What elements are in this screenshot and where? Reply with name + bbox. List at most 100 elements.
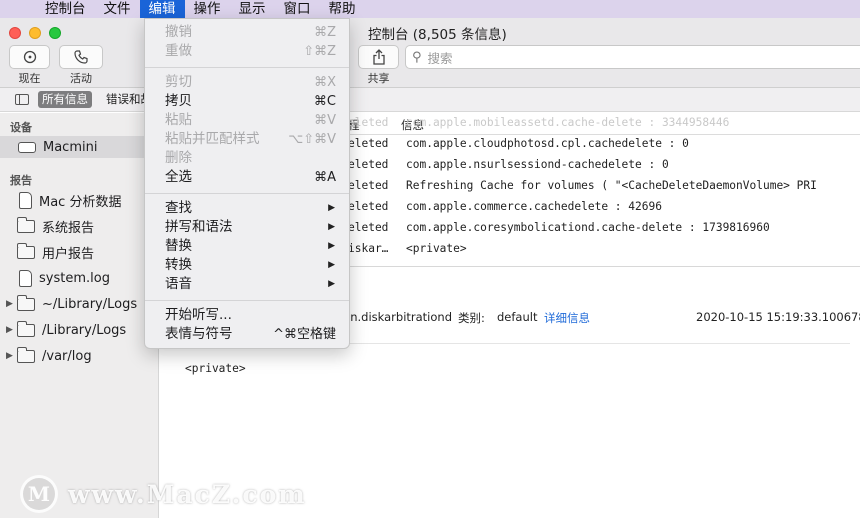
sidebar-item-label: Macmini — [43, 139, 98, 155]
menu-item-cut[interactable]: 剪切 ⌘X — [145, 73, 349, 92]
all-messages-filter[interactable]: 所有信息 — [38, 91, 92, 108]
phone-icon — [74, 50, 88, 64]
shortcut: ⌘X — [314, 75, 336, 90]
detail-divider — [320, 343, 850, 344]
now-button[interactable] — [9, 45, 50, 69]
now-label: 现在 — [18, 72, 41, 85]
activity-label: 活动 — [70, 72, 92, 85]
document-icon — [19, 191, 32, 209]
folder-icon — [16, 320, 35, 337]
sidebar-item-label: ~/Library/Logs — [42, 296, 138, 312]
detail-category-value: default — [497, 310, 538, 324]
folder-icon — [16, 346, 35, 363]
sidebar-item-user-reports[interactable]: 用户报告 — [0, 241, 159, 263]
sidebar-item-system-reports[interactable]: 系统报告 — [0, 215, 159, 237]
crosshair-icon — [23, 50, 36, 64]
search-icon: ⚲ — [412, 49, 422, 65]
submenu-arrow-icon: ▶ — [328, 203, 335, 213]
detail-process: ion.diskarbitrationd — [340, 310, 453, 324]
menu-item-transformations[interactable]: 转换 ▶ — [145, 256, 349, 275]
close-window-button[interactable] — [9, 27, 21, 39]
reports-header: 报告 — [10, 174, 32, 187]
menu-item-delete[interactable]: 删除 — [145, 149, 349, 168]
sidebar-item-label: /Library/Logs — [42, 322, 127, 338]
shortcut: ⇧⌘Z — [303, 44, 336, 59]
menu-item-copy[interactable]: 拷贝 ⌘C — [145, 92, 349, 111]
sidebar-item-library-logs[interactable]: ▶ /Library/Logs — [0, 319, 159, 341]
sidebar-item-label: 用户报告 — [42, 246, 95, 262]
search-placeholder: 搜索 — [427, 50, 453, 66]
menu-item-undo[interactable]: 撤销 ⌘Z — [145, 23, 349, 42]
disclosure-triangle-icon[interactable]: ▶ — [6, 299, 16, 309]
edit-menu: 撤销 ⌘Z 重做 ⇧⌘Z 剪切 ⌘X 拷贝 ⌘C 粘贴 ⌘V 粘贴并匹配样式 ⌥… — [144, 18, 350, 349]
window-title: 控制台 (8,505 条信息) — [368, 27, 507, 43]
sidebar-item-label: system.log — [39, 270, 110, 286]
folder-icon — [16, 216, 35, 233]
menu-item-find[interactable]: 查找 ▶ — [145, 199, 349, 218]
submenu-arrow-icon: ▶ — [328, 260, 335, 270]
sidebar-item-mac-analytics[interactable]: Mac 分析数据 — [0, 189, 159, 211]
menu-item-emoji-symbols[interactable]: 表情与符号 ^⌘空格键 — [145, 325, 349, 344]
menu-console[interactable]: 控制台 — [36, 0, 95, 18]
menu-edit[interactable]: 编辑 — [139, 0, 185, 18]
share-label: 共享 — [367, 72, 390, 85]
watermark-logo: M — [20, 475, 58, 513]
menu-item-paste[interactable]: 粘贴 ⌘V — [145, 111, 349, 130]
folder-icon — [16, 294, 35, 311]
filter-bar: 所有信息 错误和故 — [0, 88, 860, 112]
submenu-arrow-icon: ▶ — [328, 241, 335, 251]
menu-separator — [145, 300, 349, 301]
submenu-arrow-icon: ▶ — [328, 222, 335, 232]
shortcut: ^⌘空格键 — [273, 327, 336, 342]
disclosure-triangle-icon[interactable]: ▶ — [6, 351, 16, 361]
sidebar-item-user-library-logs[interactable]: ▶ ~/Library/Logs — [0, 293, 159, 315]
title-bar: 控制台 (8,505 条信息) 现在 活动 共享 ⚲ 搜索 — [0, 18, 860, 88]
folder-icon — [16, 242, 35, 259]
shortcut: ⌘A — [314, 170, 336, 185]
sidebar-item-var-log[interactable]: ▶ /var/log — [0, 345, 159, 367]
detail-timestamp: 2020-10-15 15:19:33.100678 — [696, 310, 860, 324]
sidebar-item-label: Mac 分析数据 — [39, 194, 122, 210]
detail-message: <private> — [185, 362, 246, 375]
sidebar-toggle-icon[interactable] — [15, 94, 29, 105]
computer-icon — [18, 141, 36, 153]
document-icon — [19, 269, 32, 287]
devices-header: 设备 — [10, 121, 32, 134]
zoom-window-button[interactable] — [49, 27, 61, 39]
share-button[interactable] — [358, 45, 399, 69]
menu-file[interactable]: 文件 — [95, 0, 140, 18]
menu-item-select-all[interactable]: 全选 ⌘A — [145, 168, 349, 187]
share-icon — [372, 49, 385, 65]
shortcut: ⌘V — [314, 113, 336, 128]
sidebar: 设备 Macmini 报告 Mac 分析数据 系统报告 用户报告 system.… — [0, 113, 159, 518]
sidebar-item-system-log[interactable]: system.log — [0, 267, 159, 289]
submenu-arrow-icon: ▶ — [328, 279, 335, 289]
disclosure-triangle-icon[interactable]: ▶ — [6, 325, 16, 335]
menu-separator — [145, 193, 349, 194]
sidebar-item-label: /var/log — [42, 348, 92, 364]
menu-window[interactable]: 窗口 — [275, 0, 320, 18]
watermark-text: www.MacZ.com — [68, 479, 307, 509]
minimize-window-button[interactable] — [29, 27, 41, 39]
menu-item-redo[interactable]: 重做 ⇧⌘Z — [145, 42, 349, 61]
sidebar-item-macmini[interactable]: Macmini — [0, 136, 159, 158]
search-input[interactable]: ⚲ 搜索 — [405, 45, 860, 69]
menu-item-spelling-grammar[interactable]: 拼写和语法 ▶ — [145, 218, 349, 237]
watermark: M www.MacZ.com — [20, 474, 307, 514]
menu-view[interactable]: 显示 — [230, 0, 275, 18]
menu-help[interactable]: 帮助 — [320, 0, 365, 18]
menu-item-start-dictation[interactable]: 开始听写... — [145, 306, 349, 325]
details-link[interactable]: 详细信息 — [544, 310, 590, 326]
menu-item-substitutions[interactable]: 替换 ▶ — [145, 237, 349, 256]
menu-action[interactable]: 操作 — [185, 0, 230, 18]
sidebar-item-label: 系统报告 — [42, 220, 95, 236]
console-window: 控制台 (8,505 条信息) 现在 活动 共享 ⚲ 搜索 所有信息 错误和故 … — [0, 18, 860, 518]
shortcut: ⌥⇧⌘V — [288, 132, 336, 147]
activity-button[interactable] — [59, 45, 103, 69]
detail-category-label: 类别: — [458, 311, 485, 325]
menu-item-speech[interactable]: 语音 ▶ — [145, 275, 349, 294]
shortcut: ⌘C — [313, 94, 336, 109]
menu-separator — [145, 67, 349, 68]
shortcut: ⌘Z — [314, 25, 336, 40]
menu-item-paste-match-style[interactable]: 粘贴并匹配样式 ⌥⇧⌘V — [145, 130, 349, 149]
